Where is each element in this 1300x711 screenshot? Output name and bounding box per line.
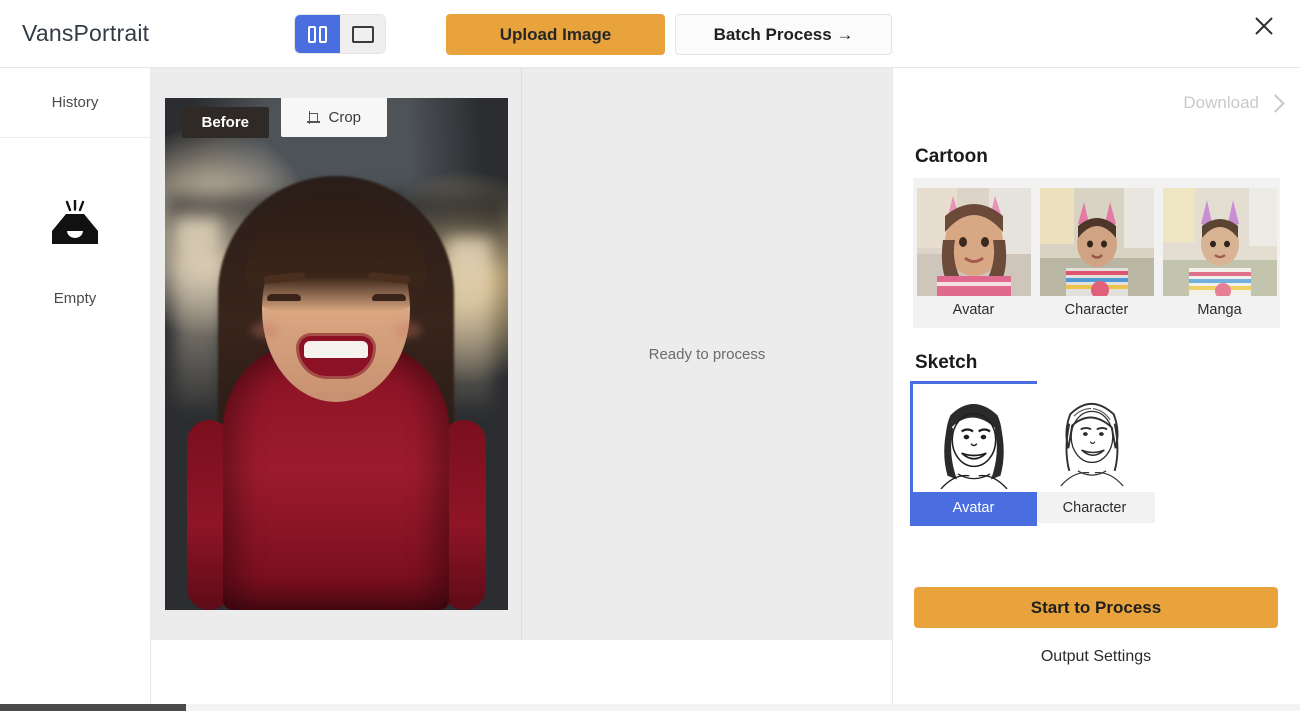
cartoon-style-manga[interactable]: Manga xyxy=(1162,188,1277,320)
cartoon-character-label: Character xyxy=(1064,302,1129,318)
cartoon-manga-thumbnail xyxy=(1162,188,1277,296)
close-icon xyxy=(1255,17,1273,35)
cartoon-avatar-label: Avatar xyxy=(952,302,995,318)
process-status-text: Ready to process xyxy=(648,345,766,363)
history-title: History xyxy=(0,68,150,138)
sketch-style-character[interactable]: Character xyxy=(1034,384,1155,523)
subject-eye-right xyxy=(371,294,406,301)
cartoon-style-list: Avatar Character Manga xyxy=(913,178,1280,328)
output-settings-link[interactable]: Output Settings xyxy=(892,648,1300,666)
sketch-section-title: Sketch xyxy=(915,352,978,373)
before-label: Before xyxy=(181,107,270,138)
upload-image-button[interactable]: Upload Image xyxy=(446,14,665,55)
history-empty-state: Empty xyxy=(0,200,150,307)
subject-cheek-right xyxy=(393,322,422,338)
sketch-style-list: Avatar Character xyxy=(910,381,1155,526)
single-view-icon xyxy=(351,25,374,43)
subject-mouth xyxy=(299,336,373,376)
sketch-style-avatar[interactable]: Avatar xyxy=(910,381,1037,526)
subject-cheek-left xyxy=(250,322,279,338)
app-logo: VansPortrait xyxy=(22,20,150,46)
crop-button-label: Crop xyxy=(328,109,362,126)
split-view-button[interactable] xyxy=(295,15,340,53)
horizontal-scrollbar-track[interactable] xyxy=(0,704,1300,711)
cartoon-avatar-thumbnail xyxy=(916,188,1031,296)
single-view-button[interactable] xyxy=(340,15,385,53)
start-to-process-button[interactable]: Start to Process xyxy=(914,587,1278,628)
cartoon-section-title: Cartoon xyxy=(915,146,988,167)
sketch-character-thumbnail xyxy=(1034,384,1155,492)
workspace: Before Crop Ready to process xyxy=(151,68,892,640)
download-label: Download xyxy=(1183,93,1259,112)
source-image-frame: Before Crop xyxy=(164,98,508,610)
history-sidebar: History Empty xyxy=(0,68,151,711)
source-photo xyxy=(164,98,508,610)
empty-inbox-icon xyxy=(52,200,98,244)
cartoon-character-thumbnail xyxy=(1039,188,1154,296)
subject-teeth xyxy=(304,341,368,358)
result-image-pane: Ready to process xyxy=(522,68,892,640)
sketch-character-label: Character xyxy=(1062,500,1127,516)
split-view-icon xyxy=(308,25,327,43)
cartoon-style-character[interactable]: Character xyxy=(1039,188,1154,320)
download-button[interactable]: Download xyxy=(893,68,1300,138)
crop-button[interactable]: Crop xyxy=(280,98,388,137)
crop-icon xyxy=(306,111,320,124)
cartoon-style-avatar[interactable]: Avatar xyxy=(916,188,1031,320)
app-window: VansPortrait Upload Image Batch Process … xyxy=(0,0,1300,711)
cartoon-manga-label: Manga xyxy=(1197,302,1242,318)
view-mode-toggle[interactable] xyxy=(295,15,385,53)
source-image-pane: Before Crop xyxy=(151,68,522,640)
sketch-avatar-label: Avatar xyxy=(952,500,995,516)
batch-process-button[interactable]: Batch Process → xyxy=(675,14,892,55)
app-header: VansPortrait Upload Image Batch Process … xyxy=(0,0,1300,68)
horizontal-scrollbar-thumb[interactable] xyxy=(0,704,186,711)
history-empty-label: Empty xyxy=(53,290,97,307)
sketch-avatar-thumbnail xyxy=(913,384,1034,492)
chevron-right-icon xyxy=(1266,93,1285,113)
subject-eye-left xyxy=(266,294,301,301)
close-button[interactable] xyxy=(1250,12,1278,40)
workspace-footer xyxy=(151,640,892,711)
photo-subject xyxy=(165,98,508,610)
